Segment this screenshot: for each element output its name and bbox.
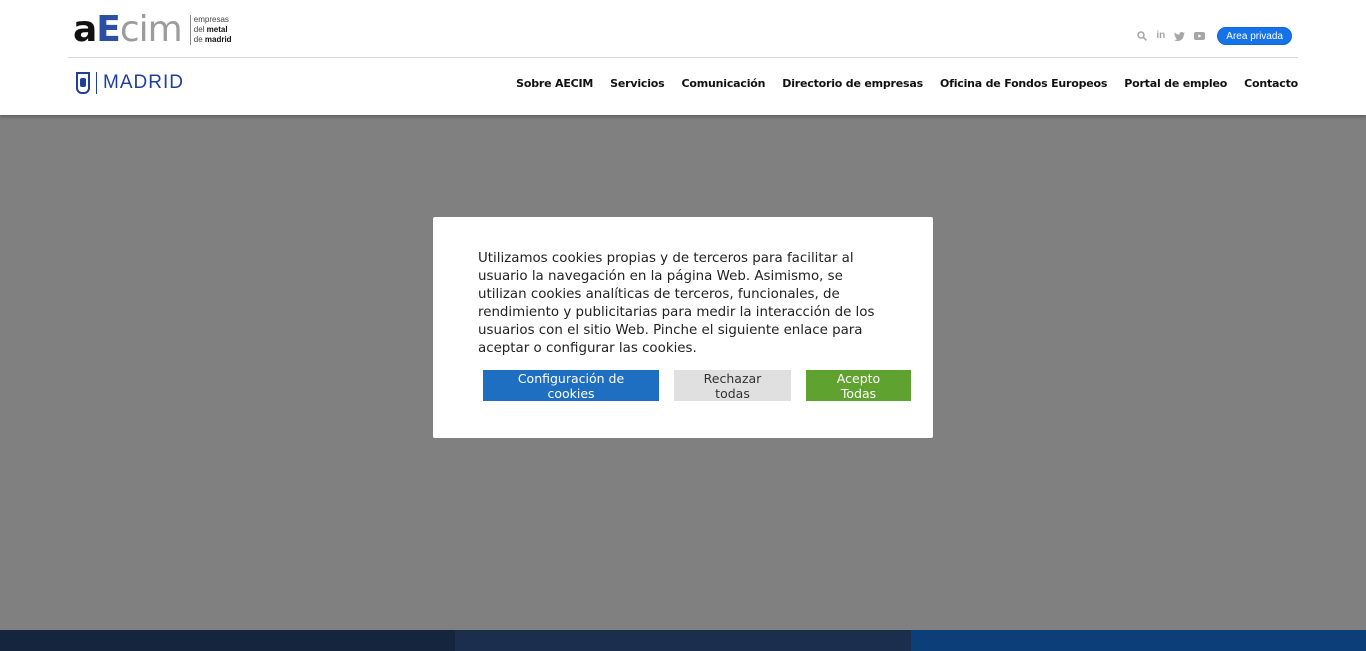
logo-mark: aEcim xyxy=(73,9,183,50)
nav-directorio[interactable]: Directorio de empresas xyxy=(782,77,923,90)
linkedin-icon[interactable]: in xyxy=(1156,31,1165,41)
site-header: aEcim empresas del metal de madrid in Ar… xyxy=(0,0,1366,115)
search-icon[interactable] xyxy=(1137,31,1148,41)
cookie-message: Utilizamos cookies propias y de terceros… xyxy=(478,251,875,356)
reject-all-button[interactable]: Rechazar todas xyxy=(674,370,791,401)
cookie-buttons: Configuración de cookies Rechazar todas … xyxy=(483,370,911,401)
header-top-bar: aEcim empresas del metal de madrid in Ar… xyxy=(68,0,1298,58)
footer-strip-3 xyxy=(911,630,1366,651)
area-privada-button[interactable]: Area privada xyxy=(1217,27,1292,45)
cookie-modal: Utilizamos cookies propias y de terceros… xyxy=(433,217,933,438)
nav-sobre-aecim[interactable]: Sobre AECIM xyxy=(516,77,593,90)
logo-divider xyxy=(96,72,97,94)
header-tools: in Area privada xyxy=(1137,27,1292,45)
main-nav: Sobre AECIM Servicios Comunicación Direc… xyxy=(516,77,1298,90)
aecim-logo[interactable]: aEcim empresas del metal de madrid xyxy=(73,12,232,50)
madrid-text: MADRID xyxy=(103,72,184,93)
nav-contacto[interactable]: Contacto xyxy=(1244,77,1298,90)
cookie-settings-button[interactable]: Configuración de cookies xyxy=(483,370,659,401)
logo-tagline: empresas del metal de madrid xyxy=(189,15,232,45)
madrid-logo[interactable]: MADRID xyxy=(76,68,184,98)
footer-strip-2 xyxy=(455,630,911,651)
footer-strip-1 xyxy=(0,630,455,651)
madrid-shield-icon xyxy=(76,72,90,94)
nav-servicios[interactable]: Servicios xyxy=(610,77,665,90)
accept-all-button[interactable]: Acepto Todas xyxy=(806,370,911,401)
nav-comunicacion[interactable]: Comunicación xyxy=(682,77,766,90)
nav-portal-empleo[interactable]: Portal de empleo xyxy=(1124,77,1227,90)
twitter-icon[interactable] xyxy=(1174,31,1186,41)
youtube-icon[interactable] xyxy=(1194,32,1206,40)
nav-fondos-europeos[interactable]: Oficina de Fondos Europeos xyxy=(940,77,1107,90)
